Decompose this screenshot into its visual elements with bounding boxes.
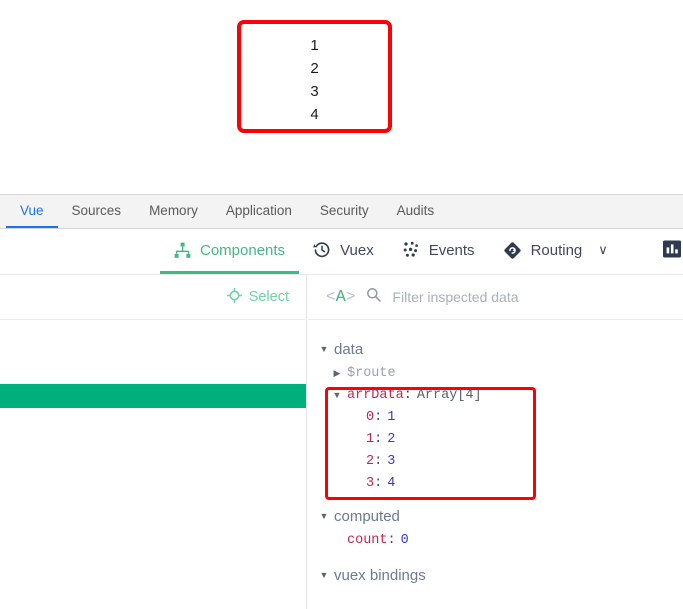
colon-separator: : xyxy=(387,532,396,548)
tree-group-label: vuex bindings xyxy=(334,566,426,584)
property-value: 3 xyxy=(387,453,396,469)
tab-application[interactable]: Application xyxy=(212,195,306,228)
colon-separator: : xyxy=(374,453,383,469)
triangle-down-icon: ▼ xyxy=(332,390,342,400)
tree-row-array-item[interactable]: 1 : 2 xyxy=(308,428,683,450)
component-tag-icon[interactable]: <A> xyxy=(326,288,355,307)
routing-diamond-icon xyxy=(503,241,522,260)
inspected-data-tree: ▼ data ▶ $route ▼ arrData : Array[4] 0 :… xyxy=(308,320,683,609)
components-tree-icon xyxy=(174,242,191,259)
tab-memory[interactable]: Memory xyxy=(135,195,212,228)
selected-component-row[interactable] xyxy=(0,384,306,408)
tag-bracket-left: < xyxy=(326,287,336,306)
tree-row-array-item[interactable]: 2 : 3 xyxy=(308,450,683,472)
events-dots-icon xyxy=(402,241,420,259)
tab-audits[interactable]: Audits xyxy=(383,195,449,228)
nav-item-routing[interactable]: Routing ∨ xyxy=(489,229,622,274)
property-value: 4 xyxy=(387,475,396,491)
nav-item-label: Vuex xyxy=(340,241,374,259)
triangle-right-icon: ▶ xyxy=(333,367,341,378)
tab-vue[interactable]: Vue xyxy=(6,195,58,228)
colon-separator: : xyxy=(374,475,383,491)
devtools-tab-bar: Vue Sources Memory Application Security … xyxy=(0,194,683,229)
nav-item-label: Events xyxy=(428,241,475,259)
component-tree-pane: Select xyxy=(0,275,307,609)
tree-group-data[interactable]: ▼ data xyxy=(308,336,683,362)
rendered-list: 1 2 3 4 xyxy=(241,34,388,126)
property-key: 1 xyxy=(366,431,375,447)
inspector-toolbar: <A> xyxy=(308,275,683,320)
bar-chart-icon[interactable] xyxy=(661,237,683,261)
property-value: Array[4] xyxy=(416,387,482,403)
history-clock-icon xyxy=(313,241,331,259)
page-preview-area: 1 2 3 4 xyxy=(0,0,683,194)
triangle-down-icon: ▼ xyxy=(319,570,329,580)
nav-item-label: Components xyxy=(200,241,286,259)
filter-inspected-data-input[interactable] xyxy=(392,289,633,305)
triangle-down-icon: ▼ xyxy=(319,344,329,354)
chevron-down-icon[interactable]: ∨ xyxy=(598,242,608,258)
tag-letter: A xyxy=(335,287,346,307)
crosshair-target-icon xyxy=(226,287,243,307)
tree-row-count[interactable]: count : 0 xyxy=(308,529,683,551)
tab-security[interactable]: Security xyxy=(306,195,383,228)
rendered-list-callout-box: 1 2 3 4 xyxy=(237,20,392,133)
list-item: 4 xyxy=(310,106,319,123)
property-value: 1 xyxy=(387,409,396,425)
property-key: $route xyxy=(347,365,396,381)
list-item: 2 xyxy=(310,60,319,77)
tab-sources[interactable]: Sources xyxy=(58,195,136,228)
search-icon xyxy=(366,287,382,307)
property-key: 3 xyxy=(366,475,375,491)
triangle-down-icon: ▼ xyxy=(319,511,329,521)
list-item: 3 xyxy=(310,83,319,100)
tree-group-vuex-bindings[interactable]: ▼ vuex bindings xyxy=(308,562,683,588)
inspector-pane: <A> ▼ data ▶ $route ▼ arrData xyxy=(308,275,683,609)
tree-group-label: computed xyxy=(334,507,400,525)
property-key: arrData xyxy=(347,387,404,403)
devtools-split-pane: Select <A> ▼ data ▶ xyxy=(0,275,683,609)
colon-separator: : xyxy=(374,409,383,425)
tree-row-arrdata[interactable]: ▼ arrData : Array[4] xyxy=(308,384,683,406)
tree-group-computed[interactable]: ▼ computed xyxy=(308,503,683,529)
nav-item-components[interactable]: Components xyxy=(160,229,300,274)
property-value: 2 xyxy=(387,431,396,447)
tree-row-array-item[interactable]: 3 : 4 xyxy=(308,472,683,494)
property-value: 0 xyxy=(400,532,409,548)
tag-bracket-right: > xyxy=(345,287,356,306)
nav-item-events[interactable]: Events xyxy=(388,229,489,274)
list-item: 1 xyxy=(310,37,319,54)
property-key: 2 xyxy=(366,453,375,469)
property-key: count xyxy=(347,532,388,548)
tree-row-array-item[interactable]: 0 : 1 xyxy=(308,406,683,428)
component-tree-toolbar: Select xyxy=(0,275,307,320)
nav-item-label: Routing xyxy=(530,241,583,259)
colon-separator: : xyxy=(403,387,412,403)
property-key: 0 xyxy=(366,409,375,425)
tree-group-label: data xyxy=(334,340,364,358)
vue-devtools-nav-bar: Components Vuex Events Routing ∨ xyxy=(0,229,683,275)
tree-row-route[interactable]: ▶ $route xyxy=(308,362,683,384)
nav-item-vuex[interactable]: Vuex xyxy=(299,229,388,274)
select-button-label: Select xyxy=(248,289,289,305)
select-component-button[interactable]: Select xyxy=(226,287,289,307)
colon-separator: : xyxy=(374,431,383,447)
